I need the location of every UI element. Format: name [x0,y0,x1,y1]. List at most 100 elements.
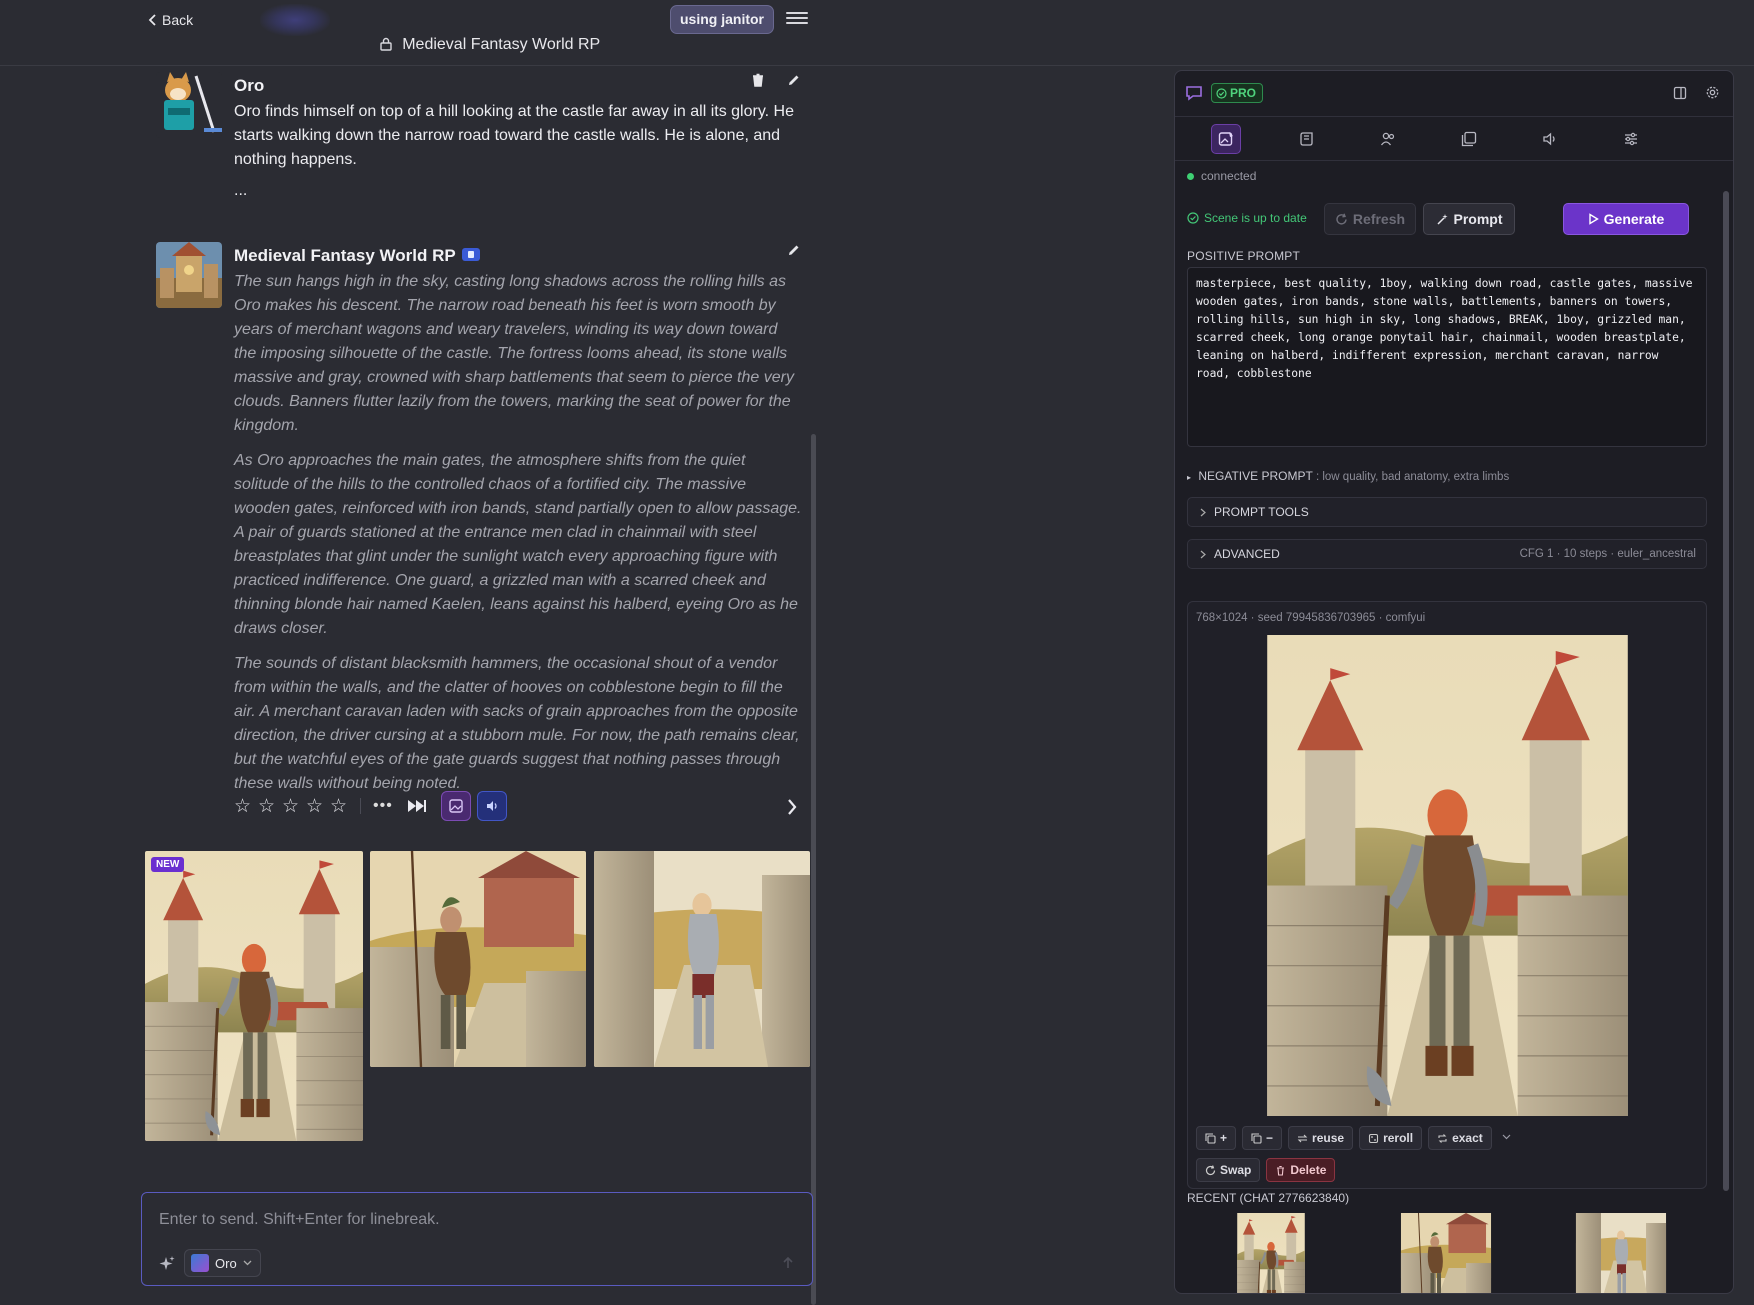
message-author: Oro [234,76,265,95]
tab-image[interactable] [1211,124,1241,154]
hamburger-menu-icon[interactable] [786,9,808,29]
swap-button[interactable]: Swap [1196,1158,1261,1182]
tab-settings[interactable] [1616,124,1646,154]
generated-image[interactable] [1267,635,1628,1116]
advanced-section[interactable]: ADVANCED CFG 1 · 10 steps · euler_ancest… [1187,539,1707,569]
generated-image-thumbnail[interactable] [370,851,586,1067]
tab-audio[interactable] [1535,124,1565,154]
gear-icon[interactable] [1705,85,1720,100]
avatar[interactable] [156,72,222,138]
prompt-tools-section[interactable]: PROMPT TOOLS [1187,497,1707,527]
recent-image[interactable] [1362,1213,1530,1294]
back-button[interactable]: Back [148,12,193,28]
status-text: connected [1201,169,1257,183]
trash-icon[interactable] [750,72,766,88]
tab-gallery[interactable] [1454,124,1484,154]
prompt-button[interactable]: Prompt [1423,203,1515,235]
sparkle-icon[interactable] [158,1255,176,1273]
message-ellipsis: ... [234,182,248,199]
exact-label: exact [1452,1131,1483,1145]
chevron-right-icon [1200,550,1206,558]
swap-label: Swap [1220,1163,1252,1177]
persona-name: Oro [215,1255,237,1271]
image-icon [449,799,463,813]
composer-input[interactable]: Enter to send. Shift+Enter for linebreak… [159,1211,440,1229]
tab-scroll[interactable] [1292,124,1322,154]
persona-avatar [191,1254,209,1272]
message-author-name: Medieval Fantasy World RP [234,246,456,265]
panel-scrollbar[interactable] [1723,191,1729,1191]
gallery-icon [1461,131,1477,147]
image-tool-row-2: Swap Delete [1196,1158,1336,1182]
panel-header: PRO [1175,71,1733,117]
star-icon[interactable]: ☆ [258,797,276,816]
image-metadata: 768×1024 · seed 79945836703965 · comfyui [1196,612,1426,624]
copy-plus-button[interactable]: + [1196,1126,1237,1150]
star-icon[interactable]: ☆ [306,797,324,816]
positive-prompt-textarea[interactable]: masterpiece, best quality, 1boy, walking… [1187,267,1707,447]
tab-characters[interactable] [1373,124,1403,154]
lock-icon [380,37,392,51]
generate-image-button[interactable] [440,791,471,821]
refresh-label: Refresh [1352,211,1406,227]
image-edit-icon [1218,132,1233,146]
generate-button[interactable]: Generate [1563,203,1689,235]
scene-status: Scene is up to date [1187,211,1307,225]
image-tool-row: + − reuse reroll exact [1196,1126,1511,1150]
text-to-speech-button[interactable] [476,791,507,821]
dock-panel-icon[interactable] [1673,86,1687,100]
message-text: Oro finds himself on top of a hill looki… [234,100,804,214]
top-bar: Back using janitor Medieval Fantasy Worl… [0,0,1754,66]
check-circle-icon [1216,87,1227,99]
back-label: Back [162,12,194,28]
copy-minus-label: − [1266,1131,1274,1145]
repeat-icon [1438,1133,1447,1143]
refresh-button[interactable]: Refresh [1324,203,1416,235]
pro-badge: PRO [1211,83,1264,103]
message-paragraph: Oro finds himself on top of a hill looki… [234,103,794,168]
exact-button[interactable]: exact [1428,1126,1492,1150]
dice-icon [1369,1133,1379,1143]
chevron-left-icon [148,14,156,26]
prompt-tools-label: PROMPT TOOLS [1214,505,1309,519]
persona-selector[interactable]: Oro [184,1249,261,1277]
chat-scrollbar[interactable] [811,434,816,1305]
chevron-down-icon[interactable] [1502,1134,1511,1140]
edit-icon[interactable] [786,242,802,258]
blurred-avatar [260,4,330,36]
using-janitor-button[interactable]: using janitor [670,5,774,34]
recent-image[interactable] [1537,1213,1705,1294]
negative-prompt-toggle[interactable]: ▸ NEGATIVE PROMPT : low quality, bad ana… [1187,469,1509,483]
send-button[interactable] [776,1251,800,1275]
fast-forward-icon[interactable] [407,798,427,814]
copy-plus-label: + [1220,1131,1228,1145]
repeat-icon [1297,1134,1308,1142]
negative-prompt-label: NEGATIVE PROMPT [1198,469,1313,483]
avatar[interactable] [156,242,222,308]
generated-image-thumbnail[interactable]: NEW [145,851,363,1141]
star-icon[interactable]: ☆ [330,797,348,816]
delete-button[interactable]: Delete [1266,1158,1336,1182]
star-icon[interactable]: ☆ [282,797,300,816]
generated-image-thumbnail[interactable] [594,851,810,1067]
edit-icon[interactable] [786,72,802,88]
generation-actions: Scene is up to date Refresh Prompt Gener… [1187,203,1707,235]
star-icon[interactable]: ☆ [234,797,252,816]
more-options-icon[interactable]: ••• [373,797,393,815]
delete-label: Delete [1290,1163,1327,1177]
message-composer[interactable]: Enter to send. Shift+Enter for linebreak… [141,1192,813,1286]
chat-title-text: Medieval Fantasy World RP [402,36,601,53]
recent-image[interactable] [1187,1213,1355,1294]
copy-icon [1205,1132,1216,1144]
panel-tabs [1175,117,1733,161]
speaker-icon [1543,132,1555,146]
message-action-row: ☆ ☆ ☆ ☆ ☆ ••• [234,790,804,822]
reroll-button[interactable]: reroll [1359,1126,1423,1150]
trash-icon [1277,1165,1285,1176]
reuse-button[interactable]: reuse [1288,1126,1354,1150]
chevron-right-icon[interactable] [786,798,798,816]
copy-minus-button[interactable]: − [1242,1126,1283,1150]
message-bot: Medieval Fantasy World RP The sun hangs … [156,242,806,792]
generate-label: Generate [1603,211,1665,227]
status-dot [1187,172,1194,180]
